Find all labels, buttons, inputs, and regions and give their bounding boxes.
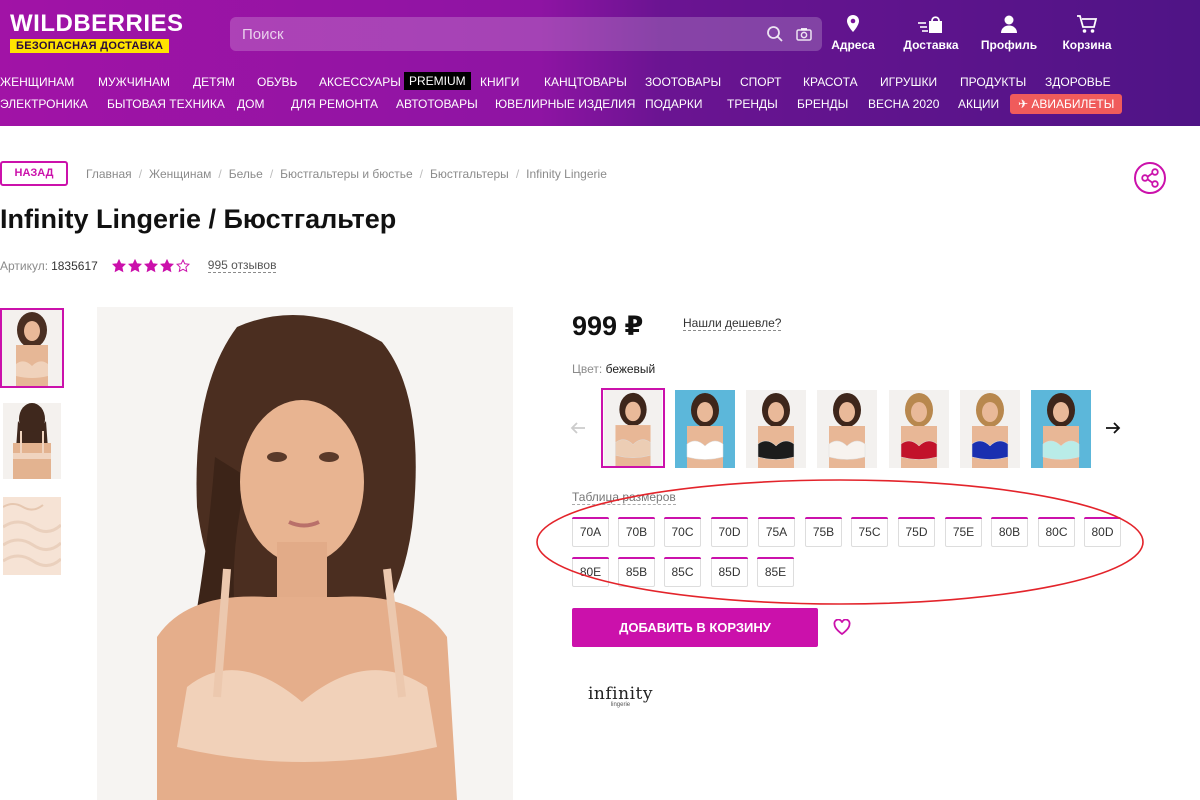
star-filled-icon xyxy=(127,258,142,272)
breadcrumb-item[interactable]: Infinity Lingerie xyxy=(526,167,607,181)
brand-name: infinity xyxy=(588,684,653,704)
color-label: Цвет: xyxy=(572,362,603,376)
nav-item-repair[interactable]: ДЛЯ РЕМОНТА xyxy=(291,97,378,111)
thumbnail-detail[interactable] xyxy=(3,497,61,575)
product-price: 999 ₽ xyxy=(572,311,644,341)
logo-tagline: БЕЗОПАСНАЯ ДОСТАВКА xyxy=(10,39,170,53)
nav-item-home[interactable]: ДОМ xyxy=(237,97,264,111)
nav-item-food[interactable]: ПРОДУКТЫ xyxy=(960,75,1026,89)
color-variant-thumbnail[interactable] xyxy=(1031,390,1091,468)
color-value: бежевый xyxy=(605,362,656,376)
nav-item-stationery[interactable]: КАНЦТОВАРЫ xyxy=(544,75,627,89)
star-filled-icon xyxy=(159,258,174,272)
category-nav-row-1: ЖЕНЩИНАМ МУЖЧИНАМ ДЕТЯМ ОБУВЬ АКСЕССУАРЫ… xyxy=(0,71,1200,93)
nav-item-auto[interactable]: АВТОТОВАРЫ xyxy=(396,97,478,111)
product-meta: Артикул: 1835617 995 отзывов xyxy=(0,258,277,273)
map-pin-icon xyxy=(847,15,859,32)
nav-item-gifts[interactable]: ПОДАРКИ xyxy=(645,97,702,111)
site-header: WILDBERRIES БЕЗОПАСНАЯ ДОСТАВКА Адреса Д… xyxy=(0,0,1200,126)
delivery-icon xyxy=(918,16,942,33)
share-button[interactable] xyxy=(1134,162,1166,194)
main-product-image[interactable] xyxy=(97,307,513,800)
star-empty-icon xyxy=(175,258,190,272)
brand-logo[interactable]: infinity lingerie xyxy=(588,684,653,708)
nav-item-kids[interactable]: ДЕТЯМ xyxy=(193,75,235,89)
delivery-button[interactable]: Доставка xyxy=(892,14,970,52)
flights-label: АВИАБИЛЕТЫ xyxy=(1031,97,1115,111)
cart-icon xyxy=(1077,15,1098,33)
cart-button[interactable]: Корзина xyxy=(1048,14,1126,52)
cart-label: Корзина xyxy=(1062,38,1112,52)
nav-item-brands[interactable]: БРЕНДЫ xyxy=(797,97,848,111)
reviews-link[interactable]: 995 отзывов xyxy=(207,258,277,273)
color-variant-thumbnail[interactable] xyxy=(817,390,877,468)
breadcrumb-item[interactable]: Женщинам xyxy=(149,167,211,181)
breadcrumb-item[interactable]: Бюстгальтеры и бюстье xyxy=(280,167,412,181)
add-to-cart-button[interactable]: ДОБАВИТЬ В КОРЗИНУ xyxy=(572,608,818,647)
nav-item-women[interactable]: ЖЕНЩИНАМ xyxy=(0,75,74,89)
heart-icon xyxy=(833,618,851,636)
wildberries-logo[interactable]: WILDBERRIES БЕЗОПАСНАЯ ДОСТАВКА xyxy=(10,12,184,54)
article-number: 1835617 xyxy=(51,258,98,273)
profile-label: Профиль xyxy=(980,38,1038,52)
nav-item-health[interactable]: ЗДОРОВЬЕ xyxy=(1045,75,1111,89)
profile-button[interactable]: Профиль xyxy=(970,14,1048,52)
header-actions: Адреса Доставка Профиль Корзина xyxy=(814,14,1126,52)
nav-item-sport[interactable]: СПОРТ xyxy=(740,75,781,89)
color-prev-button[interactable] xyxy=(570,420,586,441)
nav-item-pets[interactable]: ЗООТОВАРЫ xyxy=(645,75,721,89)
addresses-button[interactable]: Адреса xyxy=(814,14,892,52)
found-cheaper-link[interactable]: Нашли дешевле? xyxy=(683,316,782,331)
color-variant-thumbnail[interactable] xyxy=(746,390,806,468)
color-next-button[interactable] xyxy=(1105,420,1121,441)
color-variant-thumbnail[interactable] xyxy=(601,388,665,468)
camera-icon[interactable] xyxy=(795,25,813,48)
arrow-right-icon xyxy=(1106,422,1121,434)
article-label: Артикул: xyxy=(0,258,49,273)
breadcrumb-item[interactable]: Белье xyxy=(229,167,263,181)
nav-item-jewelry[interactable]: ЮВЕЛИРНЫЕ ИЗДЕЛИЯ xyxy=(495,97,635,111)
color-variant-thumbnail[interactable] xyxy=(889,390,949,468)
arrow-left-icon xyxy=(570,422,585,434)
search-icon[interactable] xyxy=(766,25,784,48)
breadcrumb-item[interactable]: Бюстгальтеры xyxy=(430,167,509,181)
addresses-label: Адреса xyxy=(831,38,875,52)
nav-item-electronics[interactable]: ЭЛЕКТРОНИКА xyxy=(0,97,88,111)
breadcrumb: Главная / Женщинам / Белье / Бюстгальтеры и… xyxy=(86,167,607,181)
color-variant-thumbnail[interactable] xyxy=(675,390,735,468)
product-title: Infinity Lingerie / Бюстгальтер xyxy=(0,204,397,234)
nav-item-men[interactable]: МУЖЧИНАМ xyxy=(98,75,170,89)
share-icon xyxy=(1141,168,1159,188)
nav-item-flights[interactable]: ✈ АВИАБИЛЕТЫ xyxy=(1010,94,1123,114)
thumbnail-front[interactable] xyxy=(0,308,64,388)
nav-item-sales[interactable]: АКЦИИ xyxy=(958,97,999,111)
star-filled-icon xyxy=(111,258,126,272)
nav-item-books[interactable]: КНИГИ xyxy=(480,75,519,89)
size-highlight-ellipse xyxy=(535,478,1145,606)
logo-text: WILDBERRIES xyxy=(10,10,184,37)
nav-item-shoes[interactable]: ОБУВЬ xyxy=(257,75,297,89)
user-icon xyxy=(1001,15,1017,33)
plane-icon: ✈ xyxy=(1018,97,1032,111)
nav-item-toys[interactable]: ИГРУШКИ xyxy=(880,75,937,89)
search-input[interactable] xyxy=(230,17,750,51)
nav-item-appliances[interactable]: БЫТОВАЯ ТЕХНИКА xyxy=(107,97,225,111)
thumbnail-back[interactable] xyxy=(3,403,61,479)
rating-stars xyxy=(111,258,190,273)
nav-item-trends[interactable]: ТРЕНДЫ xyxy=(727,97,778,111)
category-nav-row-2: ЭЛЕКТРОНИКА БЫТОВАЯ ТЕХНИКА ДОМ ДЛЯ РЕМО… xyxy=(0,93,1200,115)
color-variant-thumbnail[interactable] xyxy=(960,390,1020,468)
delivery-label: Доставка xyxy=(903,38,959,52)
nav-item-beauty[interactable]: КРАСОТА xyxy=(803,75,858,89)
star-filled-icon xyxy=(143,258,158,272)
breadcrumb-item[interactable]: Главная xyxy=(86,167,132,181)
add-to-favorites-button[interactable] xyxy=(833,618,851,640)
nav-item-premium[interactable]: PREMIUM xyxy=(404,72,471,90)
color-info: Цвет: бежевый xyxy=(572,362,655,376)
nav-item-spring-2020[interactable]: ВЕСНА 2020 xyxy=(868,97,939,111)
search-bar xyxy=(230,17,822,51)
back-button[interactable]: НАЗАД xyxy=(0,161,68,186)
nav-item-accessories[interactable]: АКСЕССУАРЫ xyxy=(319,75,401,89)
